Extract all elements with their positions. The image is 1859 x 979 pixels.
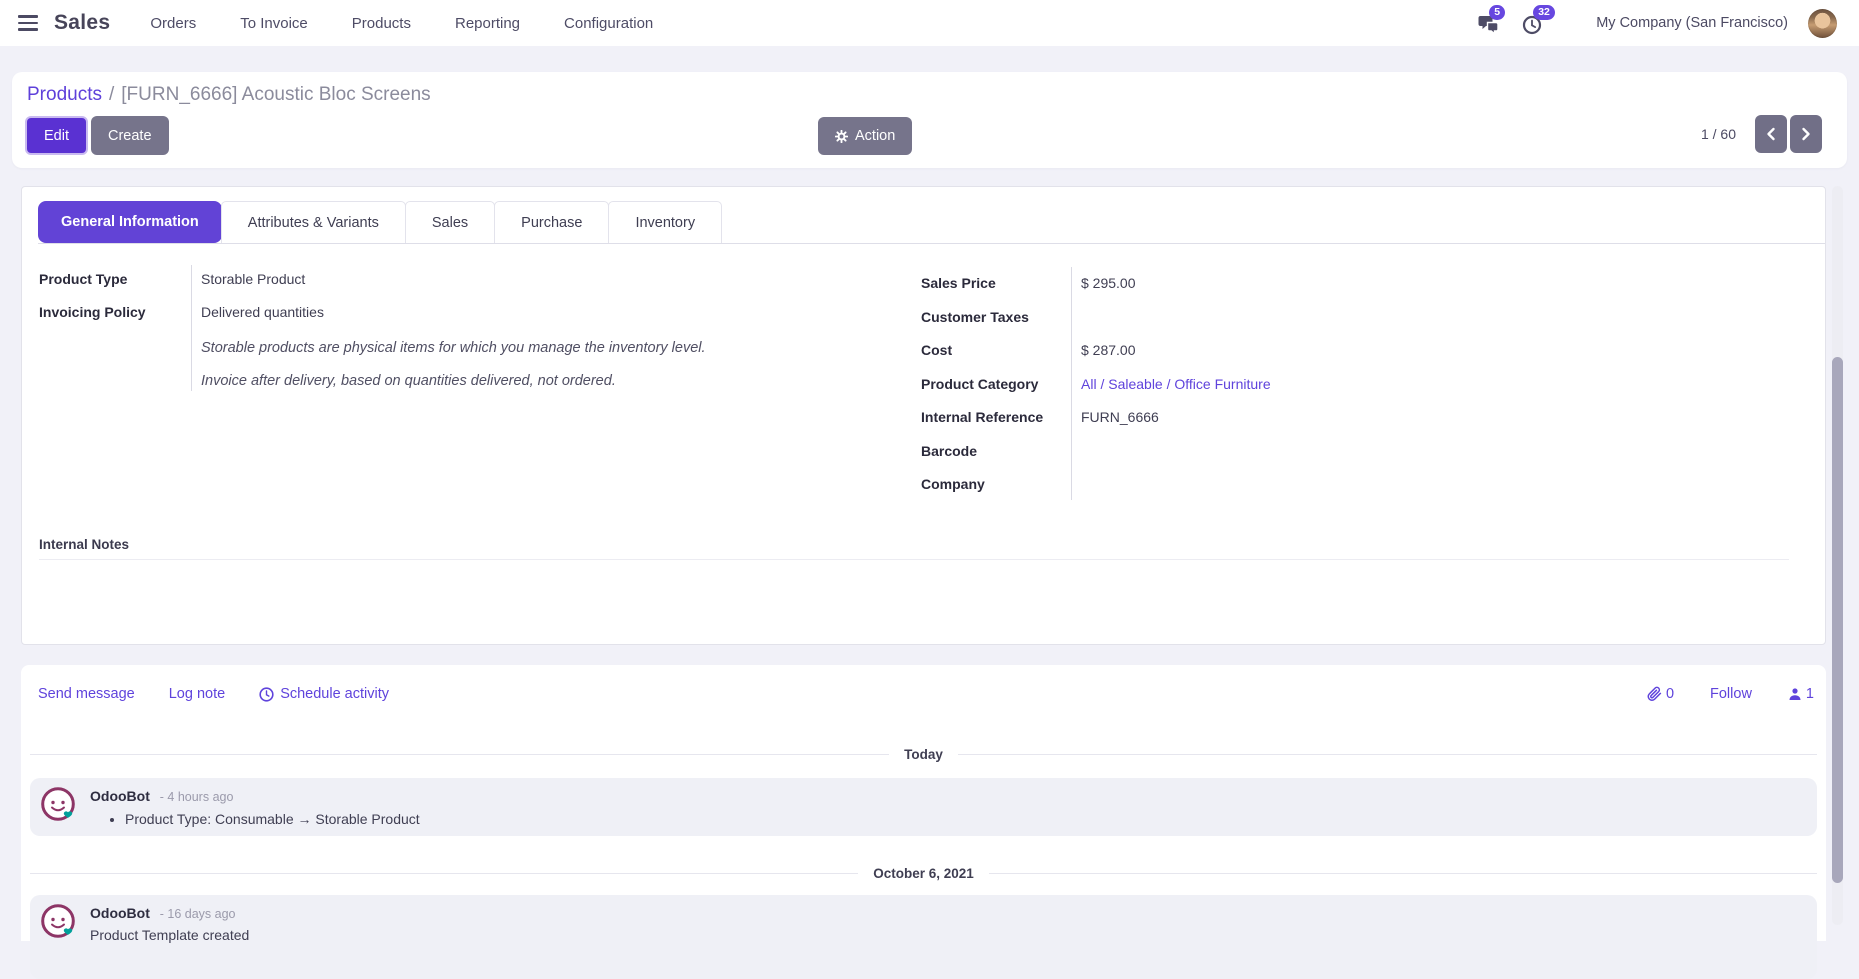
log-note-button[interactable]: Log note: [169, 686, 225, 702]
breadcrumb-separator: /: [109, 84, 114, 105]
message-author[interactable]: OdooBot: [90, 905, 150, 921]
product-form-sheet: General Information Attributes & Variant…: [21, 186, 1826, 645]
edit-button[interactable]: Edit: [25, 116, 88, 155]
menu-reporting[interactable]: Reporting: [455, 15, 520, 32]
field-label-barcode: Barcode: [921, 435, 1071, 469]
tab-sales[interactable]: Sales: [405, 201, 495, 243]
chevron-right-icon: [1801, 127, 1811, 141]
notebook-tabs: General Information Attributes & Variant…: [38, 202, 1825, 244]
app-name[interactable]: Sales: [54, 11, 110, 35]
pager-previous-button[interactable]: [1755, 115, 1787, 153]
action-button-label: Action: [855, 128, 895, 144]
create-button[interactable]: Create: [91, 116, 169, 155]
breadcrumb-current: [FURN_6666] Acoustic Bloc Screens: [121, 84, 430, 105]
schedule-activity-button[interactable]: Schedule activity: [259, 686, 389, 702]
action-button[interactable]: Action: [818, 117, 912, 155]
date-divider-today: Today: [30, 747, 1817, 762]
attachment-count: 0: [1666, 686, 1674, 702]
menu-products[interactable]: Products: [352, 15, 411, 32]
chatter-toolbar: Send message Log note Schedule activity …: [38, 686, 1814, 702]
odoobot-avatar: [40, 903, 78, 941]
field-group-left: Product Type Storable Product Invoicing …: [39, 263, 779, 395]
chevron-left-icon: [1766, 127, 1776, 141]
paperclip-icon: [1647, 686, 1662, 702]
menu-to-invoice[interactable]: To Invoice: [240, 15, 308, 32]
field-value-barcode: [1071, 435, 1816, 469]
schedule-clock-icon: [259, 687, 274, 702]
chatter-toolbar-right: 0 Follow 1: [1647, 686, 1814, 702]
date-divider-label: Today: [889, 747, 958, 762]
date-divider-october: October 6, 2021: [30, 866, 1817, 881]
follower-count: 1: [1806, 686, 1814, 702]
field-value-invoicing-policy: Delivered quantities: [191, 296, 779, 329]
field-label-company: Company: [921, 468, 1071, 502]
field-label-cost: Cost: [921, 334, 1071, 368]
tab-general-information[interactable]: General Information: [38, 201, 222, 243]
internal-notes-label: Internal Notes: [39, 537, 1789, 552]
field-group-right: Sales Price $ 295.00 Customer Taxes Cost…: [921, 267, 1816, 502]
field-value-cost: $ 287.00: [1071, 334, 1816, 368]
tab-attributes-variants[interactable]: Attributes & Variants: [221, 201, 406, 243]
user-avatar[interactable]: [1808, 9, 1837, 38]
scrollbar-thumb[interactable]: [1832, 357, 1843, 883]
help-text-storable: Storable products are physical items for…: [191, 329, 779, 362]
tab-purchase[interactable]: Purchase: [494, 201, 609, 243]
messages-badge: 5: [1489, 5, 1505, 20]
field-value-sales-price: $ 295.00: [1071, 267, 1816, 301]
message-body: Product Template created: [30, 921, 1817, 943]
field-label-internal-reference: Internal Reference: [921, 401, 1071, 435]
breadcrumb: Products / [FURN_6666] Acoustic Bloc Scree…: [27, 84, 431, 106]
activities-button[interactable]: 32: [1522, 10, 1548, 36]
breadcrumb-products-link[interactable]: Products: [27, 84, 102, 105]
message-body: Product Type: Consumable → Storable Prod…: [125, 811, 1817, 827]
message-header: OdooBot - 4 hours ago: [30, 778, 1817, 804]
menu-configuration[interactable]: Configuration: [564, 15, 653, 32]
send-message-button[interactable]: Send message: [38, 686, 135, 702]
internal-notes-divider: [39, 559, 1789, 560]
person-icon: [1788, 687, 1802, 701]
odoobot-avatar: [40, 786, 78, 824]
navbar-right: 5 32 My Company (San Francisco): [1460, 9, 1843, 38]
gear-icon: [835, 130, 848, 143]
field-value-product-type: Storable Product: [191, 263, 779, 296]
form-buttons: Edit Create: [25, 116, 169, 155]
message-author[interactable]: OdooBot: [90, 788, 150, 804]
field-label-product-type: Product Type: [39, 263, 191, 296]
company-name[interactable]: My Company (San Francisco): [1596, 15, 1788, 31]
followers-button[interactable]: 1: [1788, 686, 1814, 702]
message-timestamp: - 4 hours ago: [160, 790, 234, 804]
internal-notes-section: Internal Notes: [39, 537, 1789, 560]
field-value-internal-reference: FURN_6666: [1071, 401, 1816, 435]
pager: 1 / 60: [1701, 115, 1822, 153]
message-header: OdooBot - 16 days ago: [30, 895, 1817, 921]
activities-badge: 32: [1533, 5, 1555, 20]
attachments-button[interactable]: 0: [1647, 686, 1674, 702]
message-timestamp: - 16 days ago: [160, 907, 236, 921]
main-menu: Orders To Invoice Products Reporting Con…: [150, 15, 653, 32]
pager-next-button[interactable]: [1790, 115, 1822, 153]
field-label-customer-taxes: Customer Taxes: [921, 301, 1071, 335]
chatter: Send message Log note Schedule activity …: [21, 665, 1826, 941]
messages-button[interactable]: 5: [1478, 10, 1504, 36]
control-panel: Products / [FURN_6666] Acoustic Bloc Scree…: [12, 72, 1847, 168]
field-label-product-category: Product Category: [921, 368, 1071, 402]
date-divider-label: October 6, 2021: [858, 866, 989, 881]
schedule-activity-label: Schedule activity: [280, 686, 389, 702]
apps-menu-icon[interactable]: [18, 15, 38, 31]
field-value-product-category-link[interactable]: All / Saleable / Office Furniture: [1081, 376, 1271, 392]
follow-button[interactable]: Follow: [1710, 686, 1752, 702]
menu-orders[interactable]: Orders: [150, 15, 196, 32]
help-text-invoicing: Invoice after delivery, based on quantit…: [191, 362, 779, 395]
field-value-company: [1071, 468, 1816, 502]
field-label-sales-price: Sales Price: [921, 267, 1071, 301]
field-value-customer-taxes: [1071, 301, 1816, 335]
pager-counter: 1 / 60: [1701, 126, 1736, 142]
tab-inventory[interactable]: Inventory: [608, 201, 722, 243]
field-label-invoicing-policy: Invoicing Policy: [39, 296, 191, 329]
top-navbar: Sales Orders To Invoice Products Reporti…: [0, 0, 1859, 46]
message-october[interactable]: OdooBot - 16 days ago Product Template c…: [30, 895, 1817, 979]
message-today[interactable]: OdooBot - 4 hours ago Product Type: Cons…: [30, 778, 1817, 836]
